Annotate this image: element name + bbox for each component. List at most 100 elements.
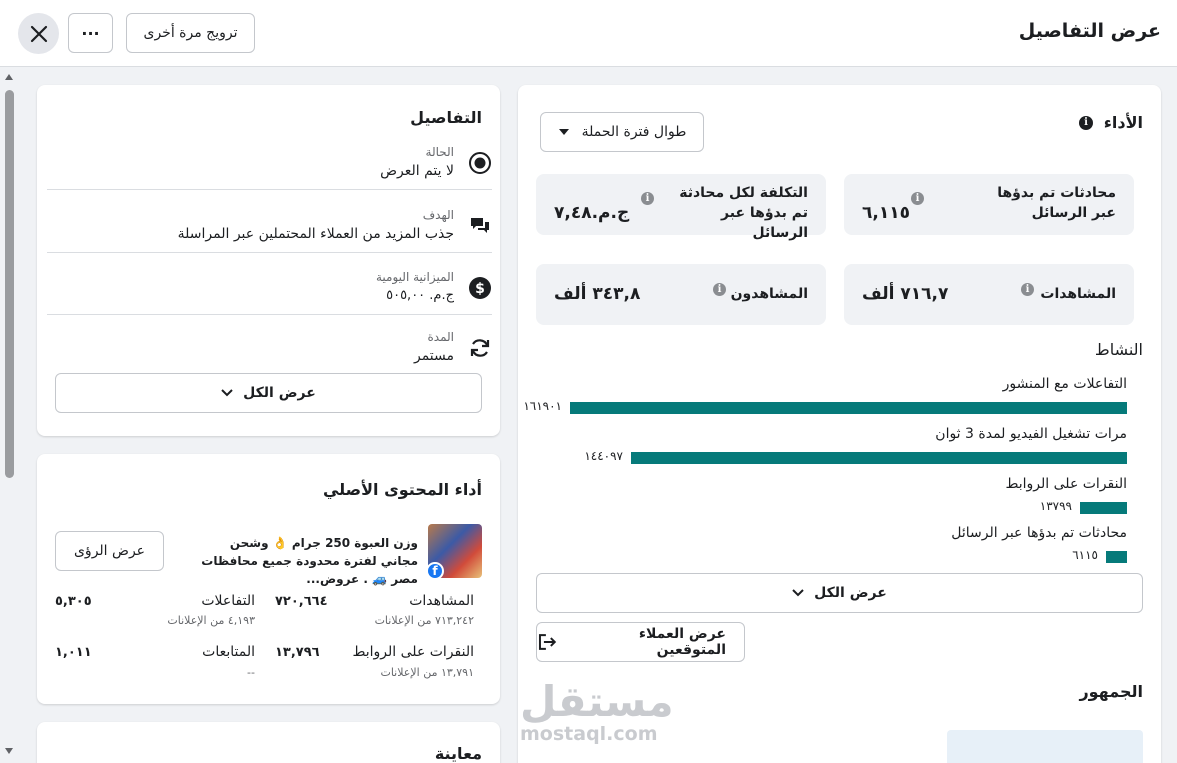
stat-value: ج.م.٧,٤٨ — [554, 203, 630, 223]
detail-value: ج.م. ٥٠٥,٠٠ — [386, 288, 454, 303]
metric-value: ٧٢٠,٦٦٤ — [275, 594, 328, 609]
page-title: عرض التفاصيل — [1018, 20, 1161, 42]
date-range-label: طوال فترة الحملة — [581, 124, 687, 140]
metric-sub: ١٣,٧٩١ من الإعلانات — [380, 666, 474, 679]
detail-key: المدة — [427, 330, 454, 344]
activity-bar — [1106, 551, 1127, 563]
stat-cost-per-conversation: التكلفة لكل محادثة تم بدؤها عبر الرسائل … — [536, 174, 826, 241]
scroll-up-arrow[interactable] — [5, 74, 13, 80]
promote-again-button[interactable]: ترويج مرة أخرى — [126, 13, 255, 53]
divider — [47, 314, 492, 315]
chat-icon — [471, 218, 489, 233]
refresh-icon — [470, 339, 490, 357]
stat-conversations: محادثات تم بدؤها عبر الرسائل i ٦,١١٥ — [844, 174, 1134, 235]
stat-label: محادثات تم بدؤها عبر الرسائل — [997, 185, 1116, 221]
scrollbar-thumb[interactable] — [5, 90, 14, 478]
activity-value: ٦١١٥ — [1072, 548, 1098, 562]
activity-value: ١٤٤٠٩٧ — [584, 449, 623, 463]
activity-title: النشاط — [1094, 340, 1143, 359]
close-button[interactable] — [18, 13, 59, 54]
info-icon[interactable]: i — [713, 283, 726, 296]
audience-title: الجمهور — [1079, 682, 1143, 701]
promote-again-label: ترويج مرة أخرى — [143, 25, 238, 41]
dollar-icon: $ — [469, 277, 491, 299]
performance-card: الأداء i طوال فترة الحملة محادثات تم بدؤ… — [518, 85, 1161, 763]
info-icon[interactable]: i — [911, 192, 924, 205]
close-icon — [30, 25, 47, 42]
stat-reach: المشاهدون i ٣٤٣,٨ ألف — [536, 264, 826, 325]
details-card: التفاصيل الحالة لا يتم العرض الهدف جذب ا… — [37, 85, 500, 436]
stat-value: ٦,١١٥ — [862, 203, 910, 223]
detail-key: الميزانية اليومية — [375, 270, 454, 284]
metric-value: ١,٠١١ — [55, 645, 92, 660]
activity-label: النقرات على الروابط — [1005, 476, 1127, 492]
preview-card: معاينة — [37, 722, 500, 763]
original-content-title: أداء المحتوى الأصلي — [322, 480, 482, 499]
view-leads-label: عرض العملاء المتوقعين — [638, 626, 726, 658]
detail-key: الهدف — [422, 208, 454, 222]
activity-bar — [1080, 502, 1127, 514]
details-title: التفاصيل — [410, 108, 482, 127]
watermark-logo: مستقل mostaql.com — [520, 677, 674, 745]
metric-key: النقرات على الروابط — [352, 644, 474, 660]
caret-down-icon — [558, 129, 569, 135]
scroll-down-arrow[interactable] — [5, 748, 13, 754]
details-show-all-button[interactable]: عرض الكل — [55, 373, 482, 413]
view-insights-button[interactable]: عرض الرؤى — [55, 531, 164, 571]
detail-row-goal: الهدف جذب المزيد من العملاء المحتملين عب… — [37, 206, 500, 266]
original-content-card: أداء المحتوى الأصلي f وزن العبوة 250 جرا… — [37, 454, 500, 704]
view-leads-button[interactable]: عرض العملاء المتوقعين — [536, 622, 745, 662]
audience-tab-selected[interactable] — [947, 730, 1143, 763]
divider — [47, 189, 492, 190]
metric-value: ٥,٣٠٥ — [55, 594, 92, 609]
metric-key: المشاهدات — [409, 593, 474, 609]
show-all-label: عرض الكل — [243, 385, 316, 401]
stat-label: التكلفة لكل محادثة تم بدؤها عبر الرسائل — [679, 185, 808, 241]
stat-label: المشاهدات — [1040, 286, 1116, 302]
metric-sub: ٤,١٩٣ من الإعلانات — [167, 614, 255, 627]
stat-value: ٧١٦,٧ ألف — [862, 284, 949, 304]
post-thumbnail[interactable]: f — [426, 524, 482, 580]
watermark-domain: mostaql.com — [520, 723, 658, 745]
activity-value: ١٣٧٩٩ — [1039, 499, 1072, 513]
info-icon[interactable]: i — [1079, 116, 1093, 130]
info-icon[interactable]: i — [641, 192, 654, 205]
metric-sub: -- — [247, 666, 255, 679]
metric-value: ١٣,٧٩٦ — [275, 645, 320, 660]
watermark-brand: مستقل — [520, 677, 674, 726]
activity-value: ١٦١٩٠١ — [523, 399, 562, 413]
export-icon — [538, 634, 557, 650]
activity-label: التفاعلات مع المنشور — [1002, 376, 1127, 392]
svg-text:$: $ — [475, 281, 485, 297]
detail-row-status: الحالة لا يتم العرض — [37, 143, 500, 203]
metric-key: المتابعات — [202, 644, 255, 660]
post-text: وزن العبوة 250 جرام 👌 وشحن مجاني لفترة م… — [201, 536, 418, 586]
metric-key: التفاعلات — [201, 593, 255, 609]
stat-impressions: المشاهدات i ٧١٦,٧ ألف — [844, 264, 1134, 325]
show-all-label: عرض الكل — [814, 585, 887, 601]
divider — [47, 252, 492, 253]
radio-icon — [469, 152, 491, 174]
activity-bar — [570, 402, 1127, 414]
stat-label: المشاهدون — [730, 286, 808, 302]
more-options-button[interactable]: ··· — [68, 13, 113, 53]
top-bar: عرض التفاصيل ترويج مرة أخرى ··· — [0, 0, 1177, 67]
detail-row-budget: الميزانية اليومية ج.م. ٥٠٥,٠٠ $ — [37, 268, 500, 328]
detail-value: مستمر — [413, 348, 454, 364]
scrollbar[interactable] — [0, 68, 18, 763]
activity-show-all-button[interactable]: عرض الكل — [536, 573, 1143, 613]
stat-value: ٣٤٣,٨ ألف — [554, 284, 641, 304]
preview-title: معاينة — [434, 744, 482, 763]
activity-label: محادثات تم بدؤها عبر الرسائل — [951, 525, 1127, 541]
chevron-down-icon — [792, 589, 804, 597]
activity-bar — [631, 452, 1127, 464]
performance-title: الأداء — [1103, 113, 1143, 132]
detail-value: لا يتم العرض — [380, 163, 454, 179]
view-insights-label: عرض الرؤى — [73, 543, 146, 559]
more-icon: ··· — [81, 23, 100, 43]
date-range-dropdown[interactable]: طوال فترة الحملة — [540, 112, 704, 152]
detail-key: الحالة — [425, 145, 454, 159]
info-icon[interactable]: i — [1021, 283, 1034, 296]
activity-label: مرات تشغيل الفيديو لمدة 3 ثوان — [935, 426, 1127, 442]
chevron-down-icon — [221, 389, 233, 397]
